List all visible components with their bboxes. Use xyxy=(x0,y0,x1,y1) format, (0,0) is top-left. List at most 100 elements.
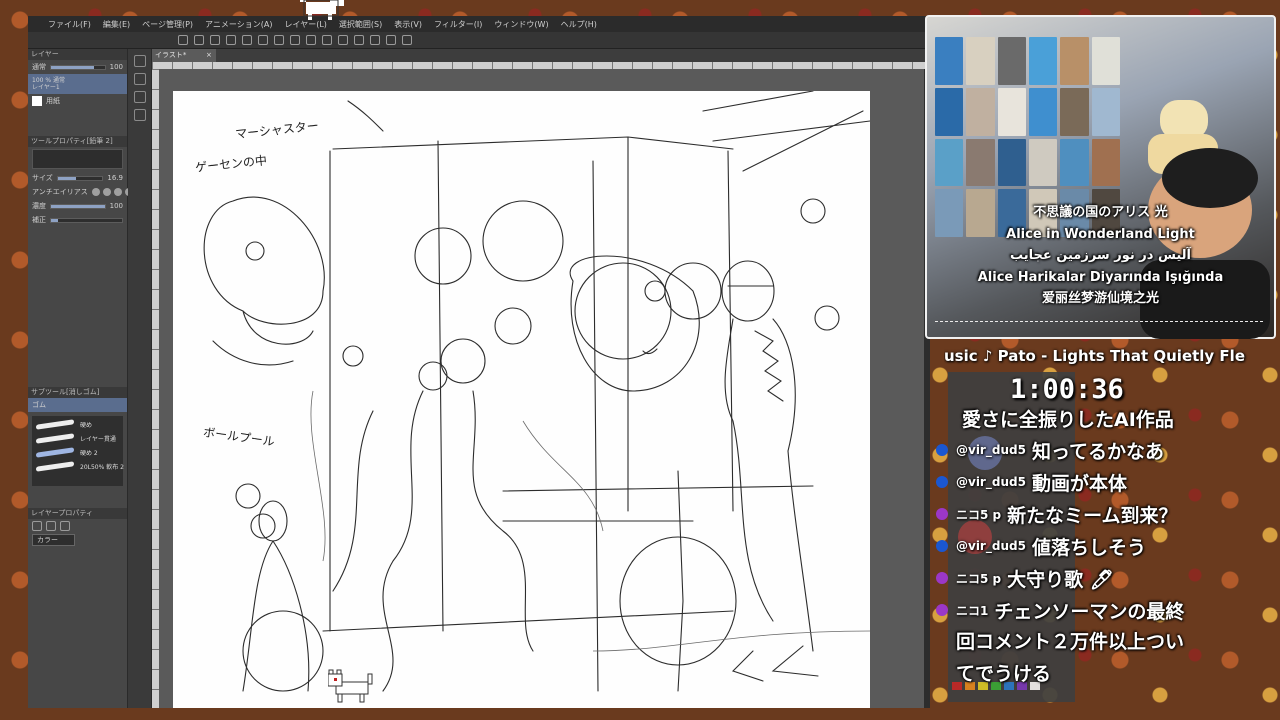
redo-icon[interactable] xyxy=(242,35,252,45)
subtool-group-label: ゴム xyxy=(32,401,46,409)
chat-text: 大守り歌 🖊 xyxy=(1007,568,1114,591)
drawing-canvas[interactable]: マーシャスター ゲーセンの中 ボールプール xyxy=(173,91,870,708)
menu-window[interactable]: ウィンドウ(W) xyxy=(494,19,548,30)
chat-text-continued: てでうける xyxy=(956,663,1052,685)
invert-icon[interactable] xyxy=(338,35,348,45)
subtool-item[interactable]: レイヤー貫通 xyxy=(80,434,116,443)
layer-item-label: 100 % 通常 レイヤー1 xyxy=(32,77,65,91)
subtool-item[interactable]: 硬め 2 xyxy=(80,448,98,457)
caption-divider xyxy=(935,321,1263,322)
effect-icons-row xyxy=(28,519,127,533)
blend-mode-select[interactable]: 通常 xyxy=(32,62,46,72)
density-row: 濃度 100 xyxy=(28,199,127,213)
open-icon[interactable] xyxy=(194,35,204,45)
caption-line: 爱丽丝梦游仙境之光 xyxy=(1041,291,1159,307)
chat-text: 動画が本体 xyxy=(1031,472,1127,495)
close-tab-icon[interactable]: × xyxy=(206,51,212,59)
undo-icon[interactable] xyxy=(226,35,236,45)
chat-user-icon xyxy=(936,444,948,456)
brush-size-value[interactable]: 16.9 xyxy=(107,174,123,182)
panel-toggle-icon[interactable] xyxy=(133,55,146,67)
stabilizer-slider[interactable] xyxy=(50,217,123,223)
menu-view[interactable]: 表示(V) xyxy=(394,19,422,30)
stroke-preview[interactable] xyxy=(36,447,74,458)
chat-message: ニコ5 p 新たなミーム到来？ xyxy=(936,498,1236,530)
subtool-list: 硬め レイヤー貫通 硬め 2 20L50% 軟布 2 xyxy=(32,416,124,486)
antialias-label: アンチエイリアス xyxy=(32,188,88,196)
crop-icon[interactable] xyxy=(322,35,332,45)
antialias-options[interactable] xyxy=(91,188,133,196)
opacity-slider[interactable] xyxy=(50,64,106,70)
chat-username: ニコ1 xyxy=(956,603,989,618)
menu-filter[interactable]: フィルター(I) xyxy=(434,19,482,30)
panel-toggle-icon[interactable] xyxy=(133,109,146,121)
menu-edit[interactable]: 編集(E) xyxy=(103,19,130,30)
chat-message: ニコ5 p 大守り歌 🖊 xyxy=(936,562,1236,594)
layer-item-paper[interactable]: 用紙 xyxy=(28,94,127,108)
menu-bar: ファイル(F) 編集(E) ページ管理(P) アニメーション(A) レイヤー(L… xyxy=(28,16,930,32)
command-bar xyxy=(28,32,930,49)
deselect-icon[interactable] xyxy=(306,35,316,45)
sketch-drawing xyxy=(203,91,870,692)
help-icon[interactable] xyxy=(402,35,412,45)
panel-toggle-icon[interactable] xyxy=(133,91,146,103)
chat-username: @vir_dud5 xyxy=(956,443,1026,457)
brush-preview xyxy=(32,149,123,169)
save-icon[interactable] xyxy=(210,35,220,45)
color-select[interactable]: カラー xyxy=(32,534,75,546)
layer-item-layer1[interactable]: 100 % 通常 レイヤー1 xyxy=(28,74,127,94)
expand-icon[interactable] xyxy=(354,35,364,45)
clear-icon[interactable] xyxy=(258,35,268,45)
chat-message: @vir_dud5 値落ちしそう xyxy=(936,530,1236,562)
brush-size-row: サイズ 16.9 xyxy=(28,171,127,185)
color-effect-icon[interactable] xyxy=(60,521,70,531)
tool-property-title: ツールプロパティ[鉛筆 2] xyxy=(28,136,127,147)
pixel-cat-icon xyxy=(328,669,373,703)
border-effect-icon[interactable] xyxy=(32,521,42,531)
horizontal-ruler xyxy=(152,62,930,69)
fill-icon[interactable] xyxy=(274,35,284,45)
caption-line: آلیس در نور سرزمین عجایب xyxy=(1010,248,1191,264)
chat-text: 値落ちしそう xyxy=(1031,536,1146,559)
chat-username: ニコ5 p xyxy=(956,507,1002,522)
layer-panel-title: レイヤー xyxy=(28,49,127,60)
caption-line: 不思議の国のアリス 光 xyxy=(1033,205,1168,220)
chat-username: ニコ5 p xyxy=(956,571,1002,586)
new-file-icon[interactable] xyxy=(178,35,188,45)
density-slider[interactable] xyxy=(50,203,106,209)
chat-user-icon xyxy=(936,476,948,488)
chat-username: @vir_dud5 xyxy=(956,475,1026,489)
caption-line: Alice in Wonderland Light xyxy=(1006,226,1195,242)
stroke-preview[interactable] xyxy=(36,433,74,444)
subtool-group-tab[interactable]: ゴム xyxy=(28,398,127,412)
shrink-icon[interactable] xyxy=(370,35,380,45)
pen-icon[interactable] xyxy=(386,35,396,45)
chat-user-icon xyxy=(936,604,948,616)
density-label: 濃度 xyxy=(32,202,46,210)
menu-page[interactable]: ページ管理(P) xyxy=(142,19,193,30)
density-value[interactable]: 100 xyxy=(110,202,123,210)
chat-text-continued: 回コメント２万件以上つい xyxy=(956,631,1185,653)
menu-file[interactable]: ファイル(F) xyxy=(48,19,91,30)
layer-thumbnail xyxy=(32,96,42,106)
menu-animation[interactable]: アニメーション(A) xyxy=(205,19,272,30)
subtool-item[interactable]: 硬め xyxy=(80,420,92,429)
subtool-item[interactable]: 20L50% 軟布 2 xyxy=(80,462,124,471)
vertical-ruler xyxy=(152,69,159,708)
panel-toggle-icon[interactable] xyxy=(133,73,146,85)
brush-size-label: サイズ xyxy=(32,174,53,182)
translation-caption: 不思議の国のアリス 光 Alice in Wonderland Light آل… xyxy=(925,202,1276,310)
stabilizer-label: 補正 xyxy=(32,216,46,224)
stroke-preview[interactable] xyxy=(36,461,74,472)
transform-icon[interactable] xyxy=(290,35,300,45)
menu-help[interactable]: ヘルプ(H) xyxy=(561,19,597,30)
chat-text: チェンソーマンの最終 xyxy=(994,600,1185,623)
brush-size-slider[interactable] xyxy=(56,175,104,181)
stroke-preview[interactable] xyxy=(36,419,74,430)
chat-user-icon xyxy=(936,508,948,520)
opacity-value[interactable]: 100 xyxy=(110,63,123,71)
panel-icon-strip xyxy=(128,49,152,708)
tone-icon[interactable] xyxy=(46,521,56,531)
chat-message: ニコ1 チェンソーマンの最終 xyxy=(936,594,1236,626)
chat-overlay: 愛さに全振りしたAI作品 @vir_dud5 知ってるかなあ @vir_dud5… xyxy=(936,402,1236,690)
